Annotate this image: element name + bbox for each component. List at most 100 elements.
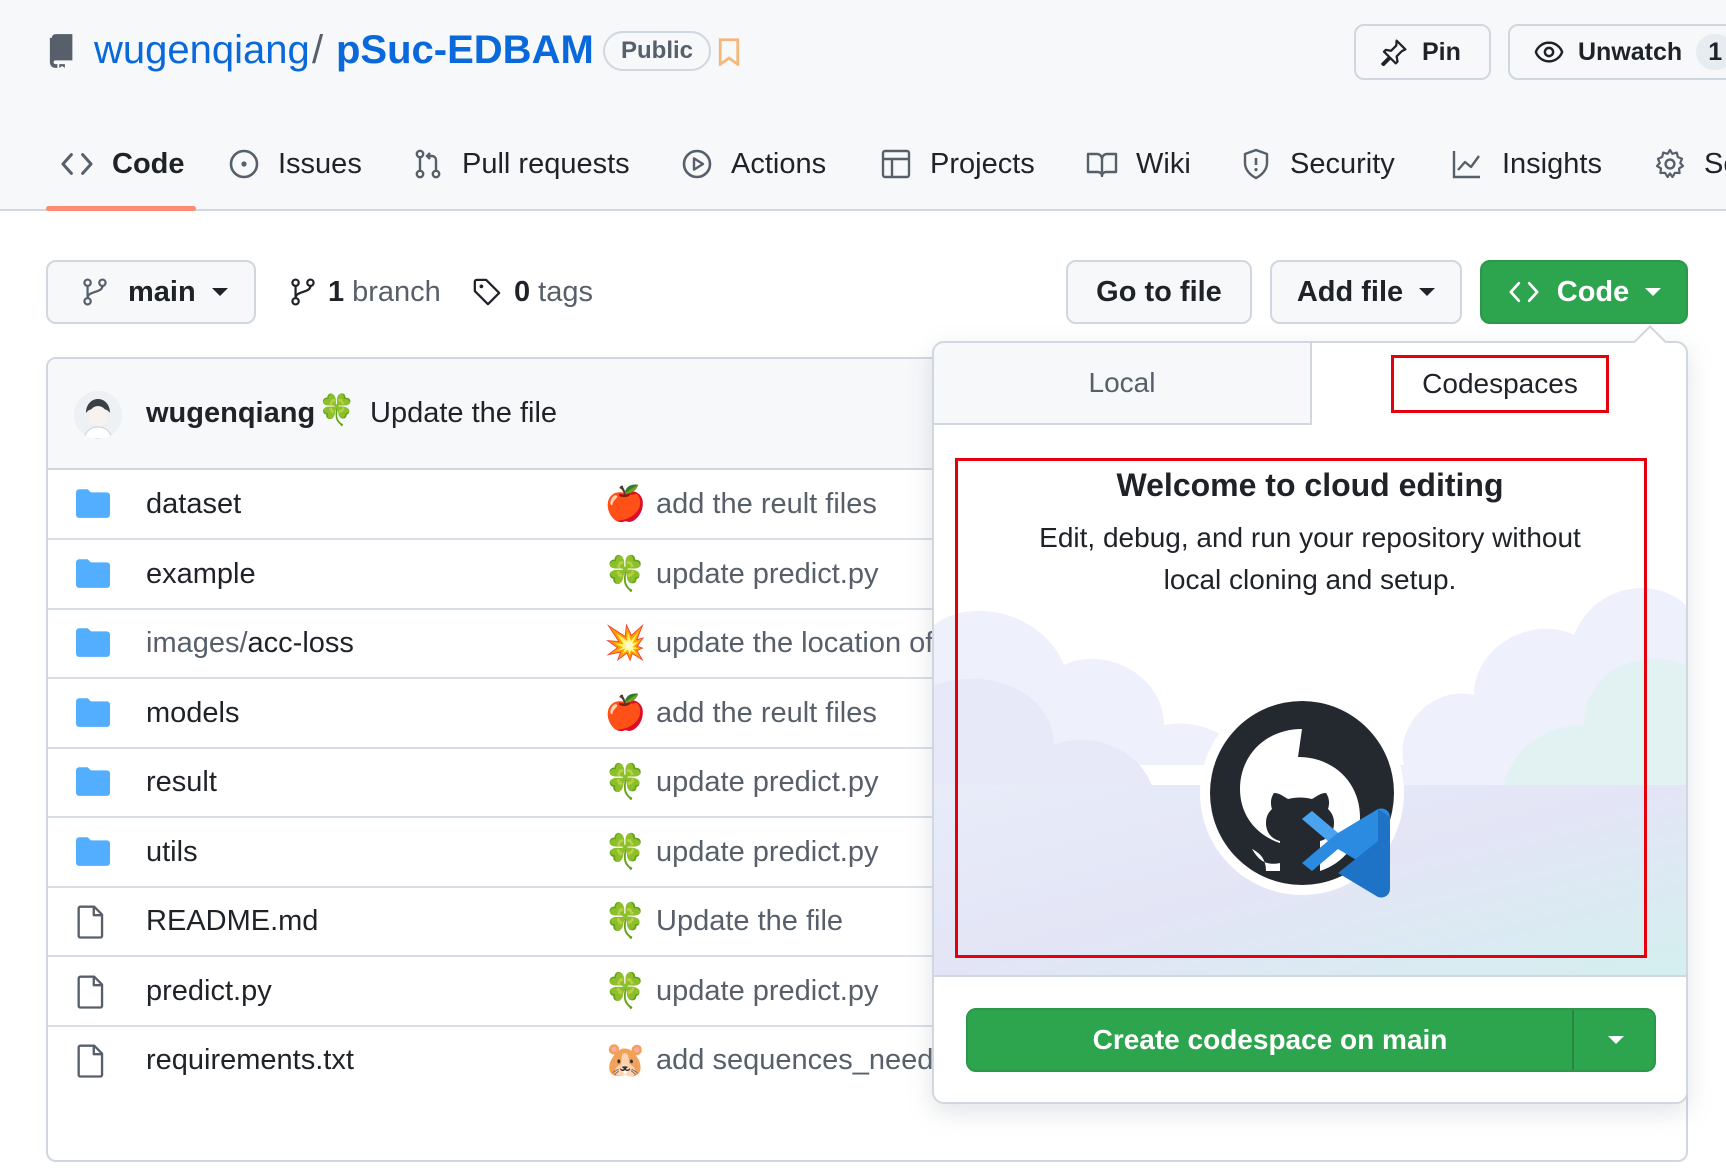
table-icon	[881, 149, 911, 179]
tab-local[interactable]: Local	[934, 343, 1312, 425]
pin-label: Pin	[1422, 37, 1461, 66]
tab-projects-label: Projects	[930, 147, 1035, 180]
commit-emoji-icon: 🐹	[604, 1041, 647, 1079]
repo-name-link[interactable]: pSuc-EDBAM	[336, 26, 594, 74]
file-icon	[76, 905, 106, 944]
folder-icon	[76, 836, 110, 871]
branch-name: main	[128, 275, 196, 308]
branch-icon	[291, 278, 315, 306]
create-codespace-options-button[interactable]	[1574, 1010, 1654, 1070]
file-icon	[76, 975, 106, 1014]
file-name-link[interactable]: utils	[146, 836, 198, 869]
branch-count: 1	[328, 275, 345, 308]
file-name: requirements.txt	[146, 1044, 354, 1076]
folder-icon	[76, 766, 110, 801]
codespaces-logo-icon	[1200, 691, 1404, 898]
commit-emoji-icon: 🍀	[604, 554, 647, 593]
pin-button[interactable]: Pin	[1354, 24, 1491, 80]
tab-codespaces[interactable]: Codespaces	[1312, 343, 1686, 425]
tab-security-label: Security	[1290, 147, 1395, 180]
tag-count: 0	[514, 275, 531, 308]
file-name-link[interactable]: models	[146, 697, 240, 730]
tag-label: tags	[538, 275, 593, 308]
avatar-image	[74, 391, 122, 439]
welcome-title: Welcome to cloud editing	[1116, 467, 1504, 503]
pin-icon	[1381, 39, 1407, 66]
repo-owner-link[interactable]: wugenqiang	[94, 26, 310, 74]
file-name-link[interactable]: dataset	[146, 488, 241, 521]
commit-message-link[interactable]: update predict.py	[656, 975, 878, 1008]
unwatch-button[interactable]: Unwatch 1	[1508, 24, 1726, 80]
watch-count-badge: 1	[1696, 34, 1726, 70]
tab-pull-requests[interactable]: Pull requests	[412, 136, 630, 192]
repo-separator: /	[312, 28, 324, 72]
commit-author-link[interactable]: wugenqiang	[146, 397, 315, 430]
gear-icon	[1655, 148, 1685, 179]
code-dropdown-panel: Local Codespaces Welcome to cloud editin…	[932, 341, 1688, 1104]
bookmark-icon[interactable]	[718, 38, 740, 66]
file-name: predict.py	[146, 974, 272, 1007]
commit-emoji-icon: 🍀	[604, 902, 647, 940]
file-name-link[interactable]: README.md	[146, 905, 318, 938]
tab-insights[interactable]: Insights	[1450, 136, 1602, 192]
tab-code[interactable]: Code	[60, 136, 185, 192]
commit-emoji-icon: 💥	[604, 624, 647, 662]
unwatch-label: Unwatch	[1578, 37, 1683, 66]
folder-icon	[76, 488, 110, 523]
tab-wiki-label: Wiki	[1136, 147, 1191, 180]
commit-message-link[interactable]: update predict.py	[656, 558, 878, 591]
code-dropdown-button[interactable]: Code	[1480, 260, 1688, 324]
branch-icon	[83, 278, 107, 306]
file-name-link[interactable]: predict.py	[146, 975, 272, 1008]
tab-code-label: Code	[112, 147, 185, 180]
file-name: result	[146, 766, 217, 798]
file-name-link[interactable]: example	[146, 558, 256, 591]
create-codespace-button[interactable]: Create codespace on main	[968, 1010, 1574, 1070]
branch-selector[interactable]: main	[46, 260, 256, 324]
tab-actions[interactable]: Actions	[681, 136, 826, 192]
tab-actions-label: Actions	[731, 147, 827, 180]
commit-message-link[interactable]: add the reult files	[656, 488, 877, 521]
file-name-link[interactable]: requirements.txt	[146, 1044, 354, 1077]
commit-message-link[interactable]: add the reult files	[656, 697, 877, 730]
tab-security[interactable]: Security	[1240, 136, 1395, 192]
play-icon	[682, 149, 712, 179]
add-file-button[interactable]: Add file	[1270, 260, 1462, 324]
go-to-file-button[interactable]: Go to file	[1066, 260, 1252, 324]
commit-message-link[interactable]: update the location of	[656, 627, 933, 660]
tab-codespaces-label: Codespaces	[1391, 355, 1609, 413]
codespaces-welcome: Welcome to cloud editing Edit, debug, an…	[934, 425, 1686, 975]
commit-message-link[interactable]: update predict.py	[656, 836, 878, 869]
tab-settings[interactable]: Se	[1654, 136, 1726, 192]
tab-issues-label: Issues	[278, 147, 362, 180]
file-name-link[interactable]: images/acc-loss	[146, 627, 354, 660]
commit-message-link[interactable]: Update the file	[370, 397, 557, 430]
tab-wiki[interactable]: Wiki	[1086, 136, 1191, 192]
active-tab-indicator	[46, 206, 196, 211]
branches-link[interactable]: 1 branch	[290, 272, 441, 312]
commit-message-link[interactable]: Update the file	[656, 905, 843, 938]
file-icon	[76, 1044, 106, 1083]
file-name: example	[146, 557, 256, 590]
tags-link[interactable]: 0 tags	[472, 272, 593, 312]
file-name: acc-loss	[247, 627, 354, 659]
book-icon	[1086, 152, 1118, 178]
chevron-down-icon	[1645, 288, 1662, 296]
commit-emoji-icon: 🍎	[604, 485, 647, 523]
folder-icon	[76, 697, 110, 732]
avatar[interactable]	[74, 391, 122, 439]
tab-pull-requests-label: Pull requests	[462, 147, 630, 180]
commit-message-link[interactable]: update predict.py	[656, 766, 878, 799]
tab-projects[interactable]: Projects	[880, 136, 1035, 192]
shield-icon	[1243, 148, 1269, 180]
chevron-down-icon	[1419, 288, 1436, 296]
codespace-actions: Create codespace on main	[934, 975, 1686, 1102]
issue-icon	[229, 149, 259, 179]
folder-icon	[76, 627, 110, 662]
file-name-prefix: images/	[146, 627, 248, 659]
tab-issues[interactable]: Issues	[228, 136, 362, 192]
repo-icon	[49, 34, 73, 68]
chevron-down-icon	[211, 288, 228, 296]
commit-emoji-icon: 🍀	[604, 971, 647, 1010]
file-name-link[interactable]: result	[146, 766, 217, 799]
